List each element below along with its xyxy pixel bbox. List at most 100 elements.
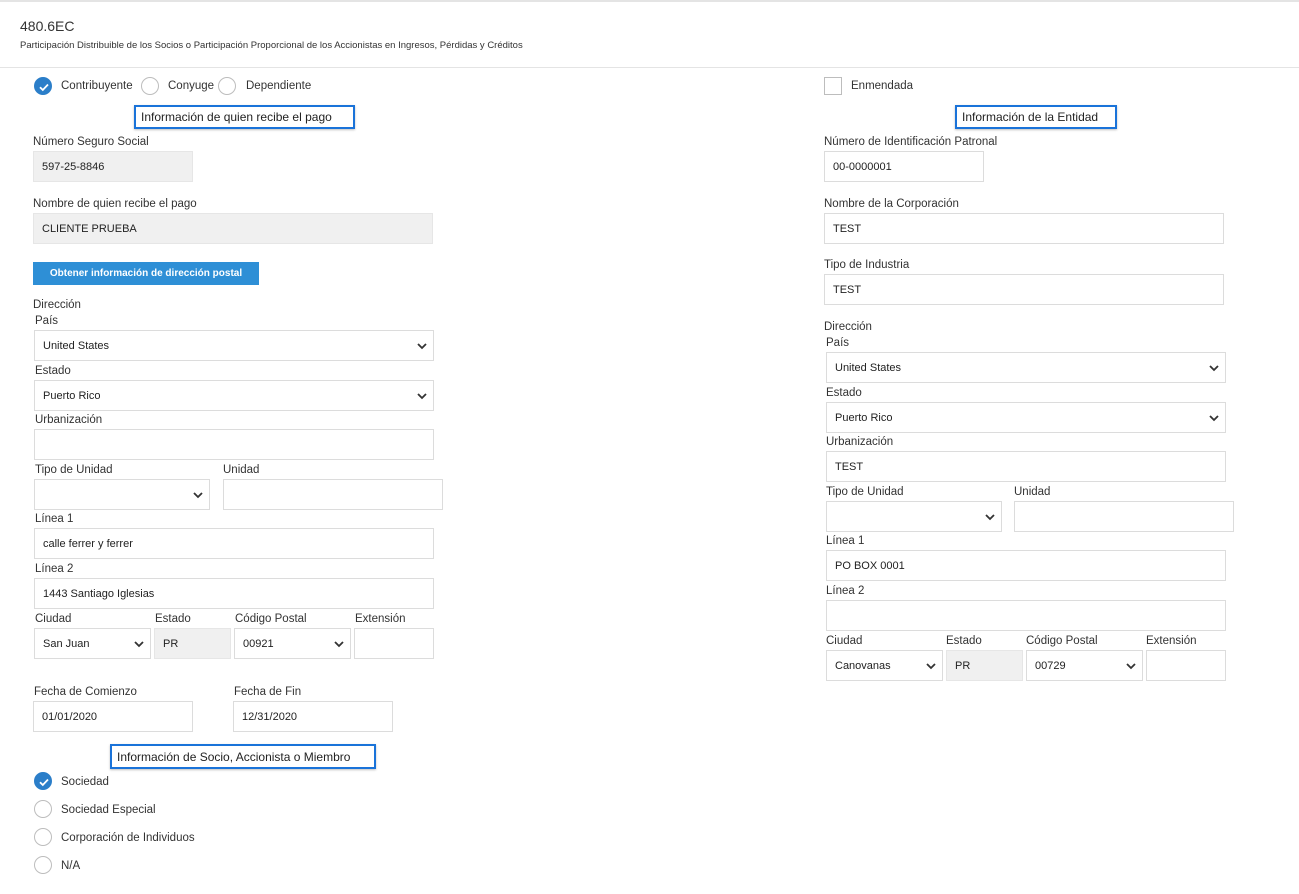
chevron-down-icon <box>417 392 427 399</box>
chevron-down-icon <box>134 640 144 647</box>
entity-unit-field[interactable] <box>1014 501 1234 532</box>
entity-state-code-field[interactable]: PR <box>946 650 1023 681</box>
start-date-label: Fecha de Comienzo <box>34 686 137 698</box>
entity-urbanization-field[interactable]: TEST <box>826 451 1226 482</box>
chevron-down-icon <box>1209 414 1219 421</box>
recipient-urbanization-field[interactable] <box>34 429 434 460</box>
sociedad-radio[interactable] <box>34 772 52 790</box>
industry-label: Tipo de Industria <box>824 259 910 271</box>
entity-line1-field[interactable]: PO BOX 0001 <box>826 550 1226 581</box>
entity-unit-type-select[interactable] <box>826 501 1002 532</box>
sociedad-label: Sociedad <box>61 776 109 788</box>
recipient-unit-label: Unidad <box>223 464 260 476</box>
contribuyente-radio[interactable] <box>34 77 52 95</box>
start-date-field[interactable]: 01/01/2020 <box>33 701 193 732</box>
chevron-down-icon <box>1126 662 1136 669</box>
recipient-line2-field[interactable]: 1443 Santiago Iglesias <box>34 578 434 609</box>
entity-state-value: Puerto Rico <box>835 411 893 424</box>
conyuge-radio[interactable] <box>141 77 159 95</box>
enmendada-label: Enmendada <box>851 80 914 92</box>
entity-line2-label: Línea 2 <box>826 585 865 597</box>
recipient-country-select[interactable]: United States <box>34 330 434 361</box>
form-code: 480.6EC <box>20 18 75 34</box>
industry-field[interactable]: TEST <box>824 274 1224 305</box>
chevron-down-icon <box>1209 364 1219 371</box>
entity-ext-field[interactable] <box>1146 650 1226 681</box>
recipient-city-label: Ciudad <box>35 613 72 625</box>
dependiente-label: Dependiente <box>246 80 312 92</box>
corporacion-individuos-label: Corporación de Individuos <box>61 832 195 844</box>
recipient-urbanization-label: Urbanización <box>35 414 103 426</box>
recipient-name-label: Nombre de quien recibe el pago <box>33 198 197 210</box>
entity-line1-label: Línea 1 <box>826 535 865 547</box>
top-border <box>0 0 1299 2</box>
form-subtitle: Participación Distribuible de los Socios… <box>20 40 523 51</box>
entity-line2-field[interactable] <box>826 600 1226 631</box>
get-address-button[interactable]: Obtener información de dirección postal <box>33 262 259 285</box>
member-section-title: Información de Socio, Accionista o Miemb… <box>110 744 376 769</box>
entity-section-title: Información de la Entidad <box>955 105 1117 129</box>
entity-city-select[interactable]: Canovanas <box>826 650 943 681</box>
chevron-down-icon <box>193 491 203 498</box>
entity-country-select[interactable]: United States <box>826 352 1226 383</box>
entity-city-value: Canovanas <box>835 659 891 672</box>
corp-name-label: Nombre de la Corporación <box>824 198 959 210</box>
ssn-field[interactable]: 597-25-8846 <box>33 151 193 182</box>
entity-zip-value: 00729 <box>1035 659 1066 672</box>
chevron-down-icon <box>334 640 344 647</box>
entity-state-code-label: Estado <box>946 635 982 647</box>
recipient-address-label: Dirección <box>33 299 81 311</box>
entity-city-label: Ciudad <box>826 635 863 647</box>
ein-field[interactable]: 00-0000001 <box>824 151 984 182</box>
chevron-down-icon <box>985 513 995 520</box>
recipient-line1-label: Línea 1 <box>35 513 74 525</box>
entity-unit-label: Unidad <box>1014 486 1051 498</box>
end-date-field[interactable]: 12/31/2020 <box>233 701 393 732</box>
entity-urbanization-label: Urbanización <box>826 436 894 448</box>
recipient-zip-value: 00921 <box>243 637 274 650</box>
na-radio[interactable] <box>34 856 52 874</box>
recipient-state-select[interactable]: Puerto Rico <box>34 380 434 411</box>
recipient-state-value: Puerto Rico <box>43 389 101 402</box>
sociedad-especial-label: Sociedad Especial <box>61 804 156 816</box>
check-icon <box>39 83 49 92</box>
recipient-line2-label: Línea 2 <box>35 563 74 575</box>
dependiente-radio[interactable] <box>218 77 236 95</box>
recipient-city-select[interactable]: San Juan <box>34 628 151 659</box>
chevron-down-icon <box>417 342 427 349</box>
ein-label: Número de Identificación Patronal <box>824 136 998 148</box>
contribuyente-label: Contribuyente <box>61 80 133 92</box>
entity-address-label: Dirección <box>824 321 872 333</box>
recipient-unit-type-select[interactable] <box>34 479 210 510</box>
recipient-country-label: País <box>35 315 59 327</box>
recipient-name-field[interactable]: CLIENTE PRUEBA <box>33 213 433 244</box>
entity-country-label: País <box>826 337 850 349</box>
recipient-state-code-label: Estado <box>155 613 191 625</box>
entity-zip-select[interactable]: 00729 <box>1026 650 1143 681</box>
entity-state-label: Estado <box>826 387 862 399</box>
entity-state-select[interactable]: Puerto Rico <box>826 402 1226 433</box>
recipient-zip-select[interactable]: 00921 <box>234 628 351 659</box>
end-date-label: Fecha de Fin <box>234 686 302 698</box>
chevron-down-icon <box>926 662 936 669</box>
recipient-ext-label: Extensión <box>355 613 406 625</box>
sociedad-especial-radio[interactable] <box>34 800 52 818</box>
recipient-city-value: San Juan <box>43 637 90 650</box>
recipient-state-code-field[interactable]: PR <box>154 628 231 659</box>
recipient-ext-field[interactable] <box>354 628 434 659</box>
header-divider <box>0 67 1299 68</box>
recipient-line1-field[interactable]: calle ferrer y ferrer <box>34 528 434 559</box>
recipient-zip-label: Código Postal <box>235 613 307 625</box>
enmendada-checkbox[interactable] <box>824 77 842 95</box>
corporacion-individuos-radio[interactable] <box>34 828 52 846</box>
entity-zip-label: Código Postal <box>1026 635 1098 647</box>
recipient-unit-type-label: Tipo de Unidad <box>35 464 113 476</box>
entity-country-value: United States <box>835 361 902 374</box>
check-icon <box>39 778 49 787</box>
recipient-unit-field[interactable] <box>223 479 443 510</box>
entity-unit-type-label: Tipo de Unidad <box>826 486 904 498</box>
corp-name-field[interactable]: TEST <box>824 213 1224 244</box>
na-label: N/A <box>61 860 81 872</box>
recipient-country-value: United States <box>43 339 110 352</box>
recipient-section-title: Información de quien recibe el pago <box>134 105 355 129</box>
